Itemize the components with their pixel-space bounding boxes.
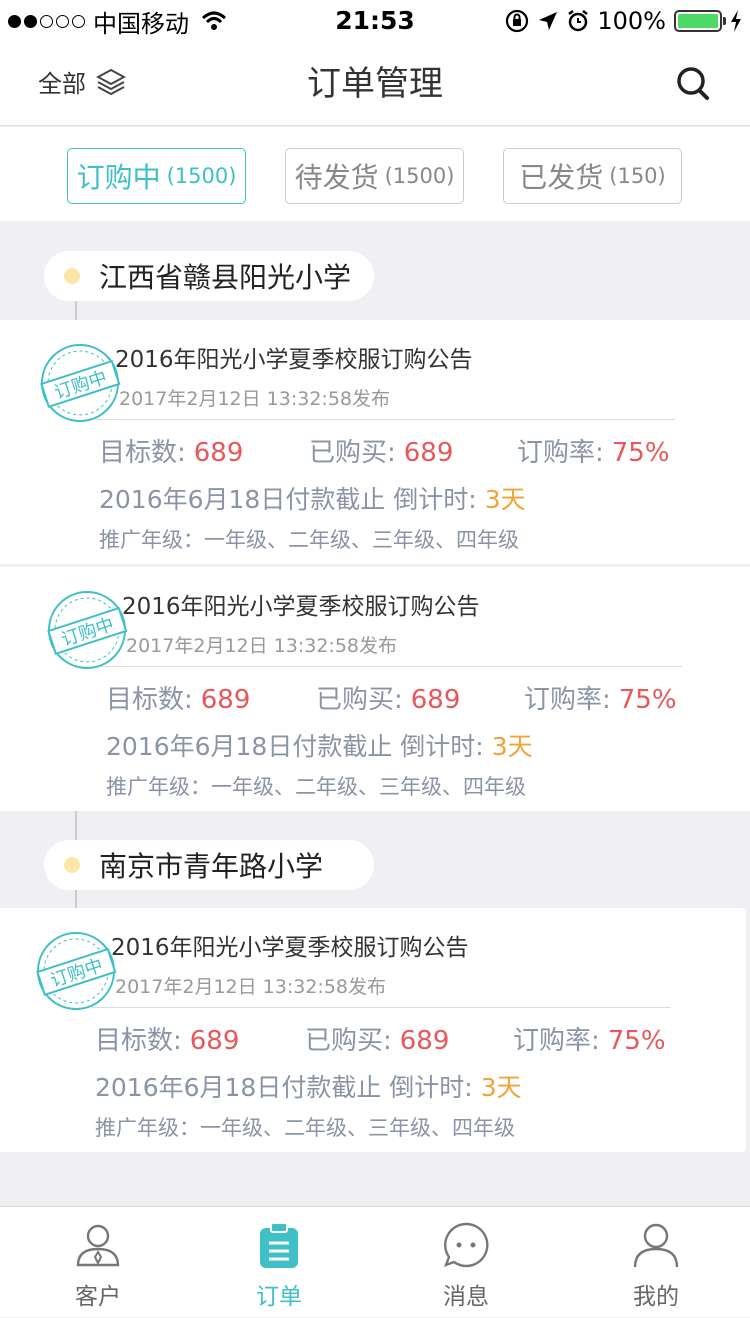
tab-pending-label: 待发货 xyxy=(294,161,379,194)
tab-shipped[interactable]: 已发货 (150) xyxy=(503,148,682,204)
order-title: 2016年阳光小学夏季校服订购公告 xyxy=(111,935,469,961)
search-icon[interactable] xyxy=(674,64,714,104)
tab-customer-label: 客户 xyxy=(75,1284,121,1310)
card-divider xyxy=(95,419,675,420)
target-value: 689 xyxy=(193,438,244,468)
page-title: 订单管理 xyxy=(307,64,443,104)
rotation-lock-icon xyxy=(506,9,529,33)
battery-icon xyxy=(674,10,726,32)
timeline-dot xyxy=(64,268,80,284)
tab-profile-label: 我的 xyxy=(633,1284,679,1310)
promo-grades: 推广年级：一年级、二年级、三年级、四年级 xyxy=(95,1116,515,1140)
target-value: 689 xyxy=(200,685,251,715)
nav-bar: 全部 订单管理 xyxy=(0,42,750,126)
countdown-value: 3天 xyxy=(484,485,526,514)
ordering-stamp-icon: 订购中 xyxy=(47,591,128,669)
profile-icon xyxy=(633,1223,679,1268)
target-value: 689 xyxy=(189,1026,240,1056)
timeline-line xyxy=(75,810,77,840)
deadline-text: 2016年6月18日付款截止 倒计时: xyxy=(95,1073,473,1102)
school-group-header[interactable]: 江西省赣县阳光小学 xyxy=(44,251,374,301)
customer-icon xyxy=(76,1224,120,1267)
bought-value: 689 xyxy=(403,438,454,468)
order-title: 2016年阳光小学夏季校服订购公告 xyxy=(122,594,480,620)
school-name: 江西省赣县阳光小学 xyxy=(99,261,352,294)
countdown-value: 3天 xyxy=(491,732,533,761)
order-publish-date: 2017年2月12日 13:32:58发布 xyxy=(115,976,386,998)
deadline-row: 2016年6月18日付款截止 倒计时: 3天 xyxy=(99,480,526,516)
alarm-icon xyxy=(568,10,589,32)
bought-value: 689 xyxy=(410,685,461,715)
rate-label: 订购率: xyxy=(517,438,604,468)
tab-pending-count: (1500) xyxy=(384,164,455,188)
school-name: 南京市青年路小学 xyxy=(99,850,324,883)
tab-shipped-label: 已发货 xyxy=(519,161,604,194)
bought-label: 已购买: xyxy=(309,438,396,468)
tab-pending-shipment[interactable]: 待发货 (1500) xyxy=(285,148,464,204)
tab-ordering-count: (1500) xyxy=(166,164,237,188)
filter-tabs: 订购中 (1500) 待发货 (1500) 已发货 (150) xyxy=(0,127,750,221)
target-label: 目标数: xyxy=(106,685,193,715)
timeline-line xyxy=(75,300,77,320)
tab-messages[interactable]: 消息 xyxy=(396,1207,536,1318)
order-icon xyxy=(260,1222,298,1268)
order-card[interactable]: 订购中 2016年阳光小学夏季校服订购公告 2017年2月12日 13:32:5… xyxy=(0,567,750,811)
tab-customer[interactable]: 客户 xyxy=(28,1207,168,1318)
tab-ordering-label: 订购中 xyxy=(76,161,161,194)
order-publish-date: 2017年2月12日 13:32:58发布 xyxy=(126,635,397,657)
ordering-stamp-icon: 订购中 xyxy=(36,932,117,1010)
battery-percent: 100% xyxy=(597,7,666,35)
deadline-row: 2016年6月18日付款截止 倒计时: 3天 xyxy=(106,727,533,763)
location-icon xyxy=(539,12,558,30)
countdown-value: 3天 xyxy=(480,1073,522,1102)
target-label: 目标数: xyxy=(95,1026,182,1056)
order-publish-date: 2017年2月12日 13:32:58发布 xyxy=(119,388,390,410)
bought-label: 已购买: xyxy=(316,685,403,715)
promo-grades: 推广年级：一年级、二年级、三年级、四年级 xyxy=(106,775,526,799)
rate-value: 75% xyxy=(607,1026,666,1056)
status-right: 100% xyxy=(505,6,742,36)
tab-ordering[interactable]: 订购中 (1500) xyxy=(67,148,246,204)
deadline-text: 2016年6月18日付款截止 倒计时: xyxy=(106,732,484,761)
tab-messages-label: 消息 xyxy=(443,1284,489,1310)
bottom-tab-bar: 客户 订单 消息 我的 xyxy=(0,1206,750,1317)
card-divider xyxy=(91,1007,671,1008)
order-card[interactable]: 订购中 2016年阳光小学夏季校服订购公告 2017年2月12日 13:32:5… xyxy=(0,908,746,1152)
target-label: 目标数: xyxy=(99,438,186,468)
rate-value: 75% xyxy=(611,438,670,468)
status-bar: 中国移动 21:53 100% xyxy=(0,0,750,42)
timeline-dot xyxy=(64,857,80,873)
bought-label: 已购买: xyxy=(305,1026,392,1056)
rate-value: 75% xyxy=(618,685,677,715)
tab-orders[interactable]: 订单 xyxy=(209,1207,349,1318)
promo-grades: 推广年级：一年级、二年级、三年级、四年级 xyxy=(99,528,519,552)
school-group-header[interactable]: 南京市青年路小学 xyxy=(44,840,374,890)
timeline-line xyxy=(75,888,77,908)
bought-value: 689 xyxy=(399,1026,450,1056)
order-card[interactable]: 订购中 2016年阳光小学夏季校服订购公告 2017年2月12日 13:32:5… xyxy=(0,320,750,564)
message-icon xyxy=(443,1222,489,1268)
deadline-row: 2016年6月18日付款截止 倒计时: 3天 xyxy=(95,1068,522,1104)
order-title: 2016年阳光小学夏季校服订购公告 xyxy=(115,347,473,373)
tab-orders-label: 订单 xyxy=(256,1284,302,1310)
deadline-text: 2016年6月18日付款截止 倒计时: xyxy=(99,485,477,514)
ordering-stamp-icon: 订购中 xyxy=(40,344,121,422)
tab-profile[interactable]: 我的 xyxy=(586,1207,726,1318)
rate-label: 订购率: xyxy=(513,1026,600,1056)
tab-shipped-count: (150) xyxy=(609,164,666,188)
charging-icon xyxy=(731,10,741,32)
card-divider xyxy=(102,666,682,667)
rate-label: 订购率: xyxy=(524,685,611,715)
